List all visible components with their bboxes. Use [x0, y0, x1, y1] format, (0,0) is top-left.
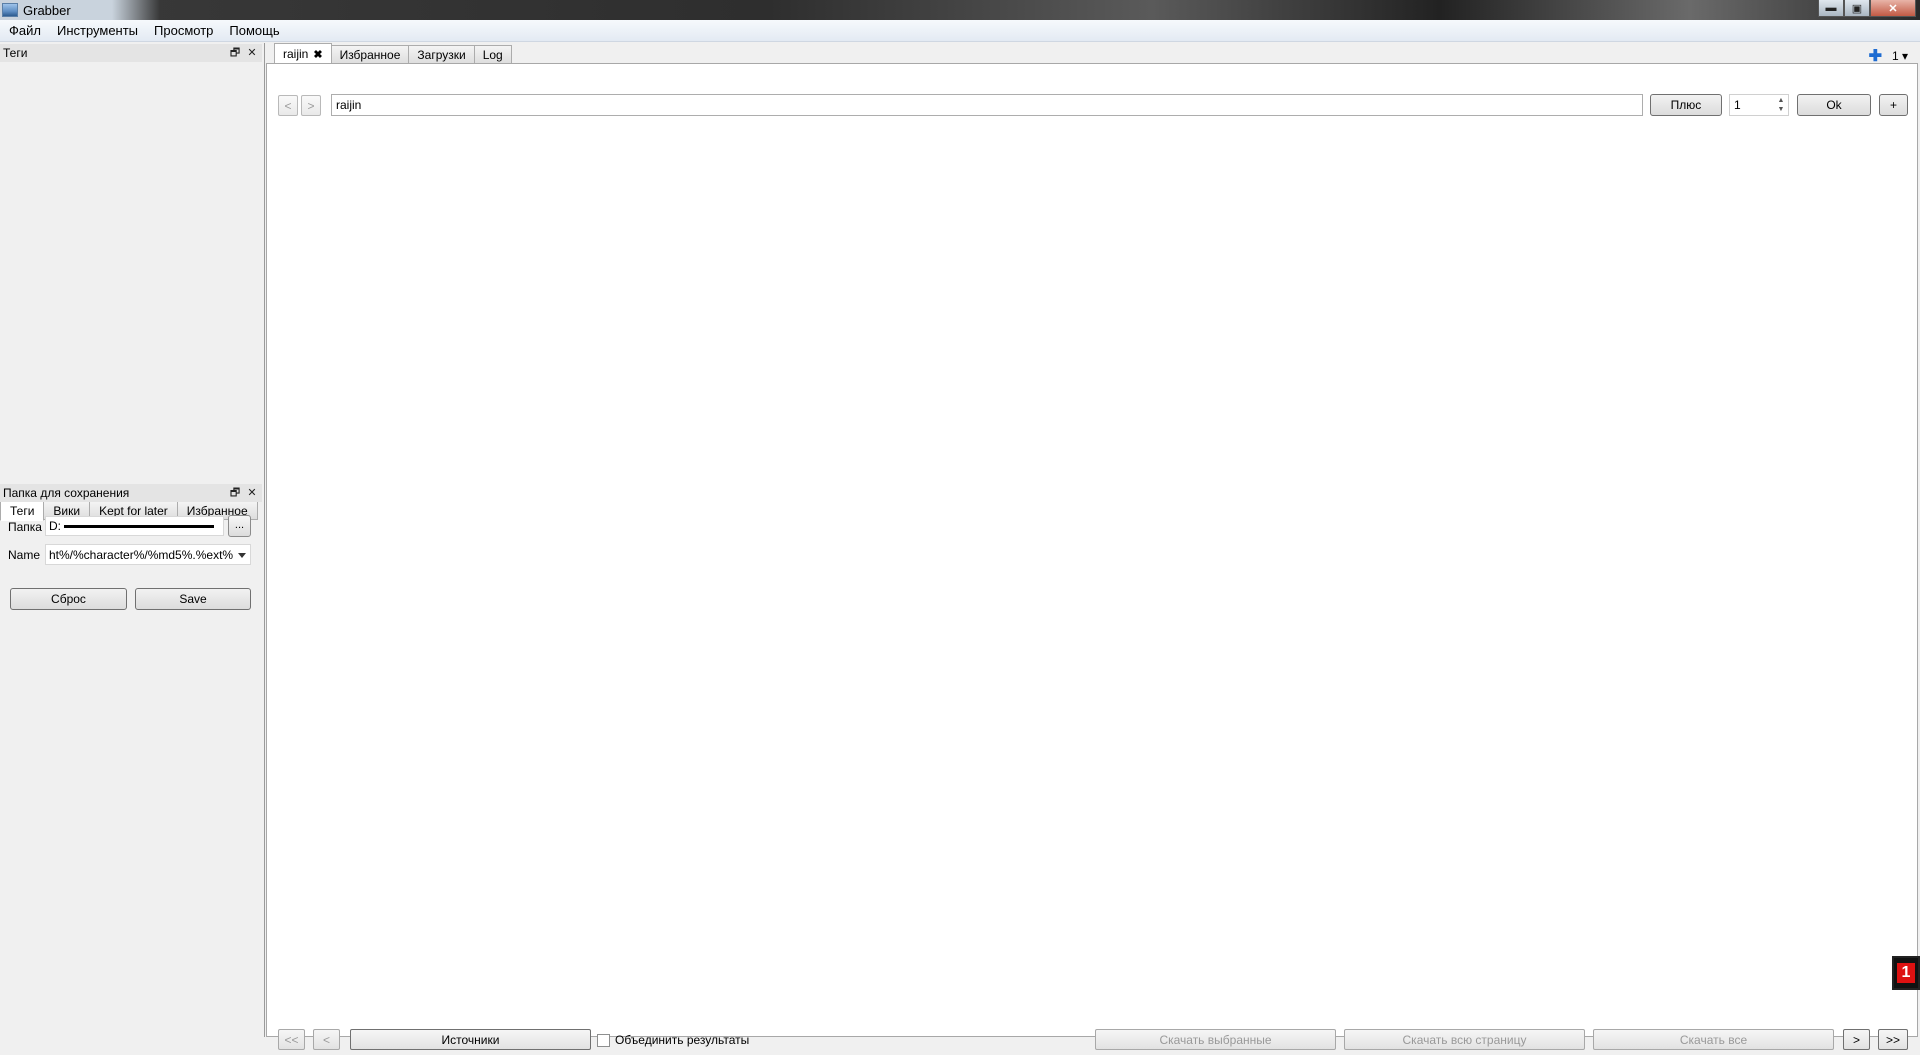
menu-file[interactable]: Файл: [2, 21, 48, 40]
next-page-button[interactable]: >: [1843, 1029, 1870, 1050]
folder-path-value: D:: [49, 519, 61, 533]
left-dock: Теги 🗗 ✕ Теги Вики Kept for later Избран…: [0, 43, 265, 1037]
save-button[interactable]: Save: [135, 588, 251, 610]
save-dock-title: Папка для сохранения: [3, 486, 130, 500]
tab-count-dropdown[interactable]: 1 ▾: [1892, 49, 1908, 63]
ok-button[interactable]: Ok: [1797, 94, 1871, 116]
title-area: Grabber: [0, 0, 160, 20]
plus-button[interactable]: Плюс: [1650, 94, 1722, 116]
tags-dock-title: Теги: [3, 46, 28, 60]
app-icon: [2, 3, 18, 17]
tags-dock-header: Теги 🗗 ✕: [0, 44, 262, 62]
menu-help[interactable]: Помощь: [222, 21, 286, 40]
tab-tags[interactable]: Теги: [0, 500, 45, 521]
sources-button[interactable]: Источники: [350, 1029, 591, 1050]
badge-glyph-icon: 1: [1897, 963, 1915, 983]
title-bar: Grabber ▬ ▣ ✕: [0, 0, 1920, 20]
merge-results-checkbox[interactable]: [597, 1034, 610, 1047]
search-input[interactable]: raijin: [331, 94, 1643, 116]
maximize-button[interactable]: ▣: [1844, 0, 1870, 17]
reset-button[interactable]: Сброс: [10, 588, 127, 610]
window-title: Grabber: [23, 2, 71, 18]
menu-tools[interactable]: Инструменты: [50, 21, 145, 40]
chevron-down-icon[interactable]: [238, 553, 246, 558]
main-area: raijin ✖ Избранное Загрузки Log ✚ 1 ▾ < …: [266, 43, 1920, 1050]
menu-bar: Файл Инструменты Просмотр Помощь: [0, 20, 1920, 42]
download-selected-button[interactable]: Скачать выбранные: [1095, 1029, 1336, 1050]
tab-raijin[interactable]: raijin ✖: [274, 43, 332, 65]
tab-downloads[interactable]: Загрузки: [409, 45, 475, 65]
history-back-button[interactable]: <: [278, 95, 298, 116]
tab-log[interactable]: Log: [474, 45, 512, 65]
save-dock-header: Папка для сохранения 🗗 ✕: [0, 484, 262, 502]
first-page-button[interactable]: <<: [278, 1029, 305, 1050]
bottom-bar: << < Источники Объединить результаты Ска…: [267, 1027, 1919, 1055]
prev-page-button[interactable]: <: [313, 1029, 340, 1050]
minimize-button[interactable]: ▬: [1818, 0, 1844, 17]
name-label: Name: [8, 548, 41, 562]
add-search-button[interactable]: +: [1879, 94, 1908, 116]
redacted-path-mask: [64, 524, 214, 528]
folder-label: Папка: [8, 520, 42, 534]
close-button[interactable]: ✕: [1870, 0, 1916, 17]
last-page-button[interactable]: >>: [1878, 1029, 1908, 1050]
download-page-button[interactable]: Скачать всю страницу: [1344, 1029, 1585, 1050]
menu-view[interactable]: Просмотр: [147, 21, 220, 40]
folder-path-field[interactable]: D:: [45, 516, 224, 536]
search-tab-content: < > raijin Плюс 1 ▲ ▼ Ok + << < Источники…: [266, 63, 1918, 1050]
tab-close-icon[interactable]: ✖: [313, 48, 322, 61]
merge-results-label: Объединить результаты: [615, 1033, 750, 1047]
main-tab-bar: raijin ✖ Избранное Загрузки Log: [274, 43, 512, 65]
tab-raijin-label: raijin: [283, 47, 309, 61]
page-value: 1: [1734, 98, 1741, 112]
filename-format-value: ht%/%character%/%md5%.%ext%: [49, 548, 234, 562]
tab-favorites-main[interactable]: Избранное: [331, 45, 410, 65]
dock-float-icon[interactable]: 🗗: [228, 486, 242, 500]
window-controls: ▬ ▣ ✕: [1818, 0, 1916, 18]
notification-badge-icon[interactable]: 1: [1892, 956, 1920, 990]
dock-close-icon[interactable]: ✕: [245, 486, 259, 500]
browse-button[interactable]: ...: [228, 515, 251, 537]
page-spinbox[interactable]: 1 ▲ ▼: [1729, 94, 1789, 116]
history-forward-button[interactable]: >: [301, 95, 321, 116]
dock-float-icon[interactable]: 🗗: [228, 46, 242, 60]
dock-close-icon[interactable]: ✕: [245, 46, 259, 60]
filename-format-combo[interactable]: ht%/%character%/%md5%.%ext%: [45, 544, 251, 565]
spin-arrows-icon[interactable]: ▲ ▼: [1775, 96, 1787, 114]
download-all-button[interactable]: Скачать все: [1593, 1029, 1834, 1050]
